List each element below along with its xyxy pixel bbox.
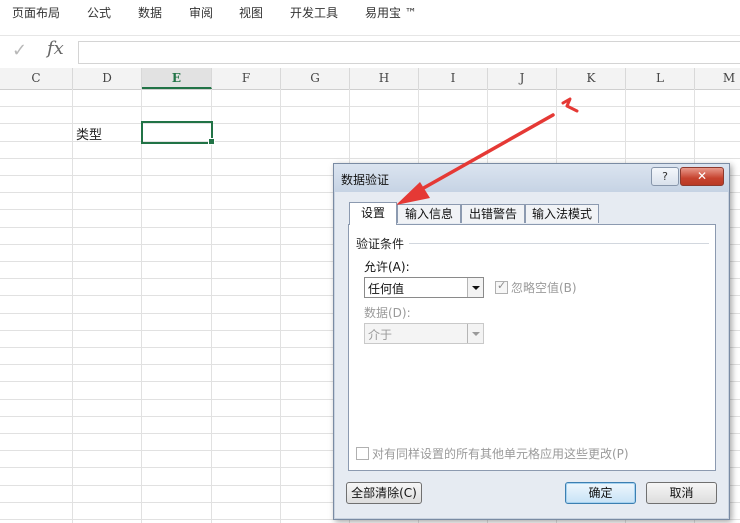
gridline [280,89,281,523]
formula-bar: ✓ fx [0,35,740,68]
active-cell-e4[interactable] [141,121,213,144]
tab-input-message[interactable]: 输入信息 [397,204,461,223]
gridline [0,106,740,107]
apply-all-checkbox[interactable] [356,447,369,460]
tab-error-alert[interactable]: 出错警告 [461,204,525,223]
allow-value: 任何值 [368,282,405,296]
column-header-h[interactable]: H [350,68,419,89]
column-header-j[interactable]: J [488,68,557,89]
group-divider [409,243,709,244]
column-header-k[interactable]: K [557,68,626,89]
column-header-i[interactable]: I [419,68,488,89]
settings-panel: 验证条件 允许(A): 任何值 ✓ 忽略空值(B) 数据(D): 介于 对有同样… [348,224,716,471]
column-header-m[interactable]: M [695,68,740,89]
ribbon-tab-easy-tools[interactable]: 易用宝 ™ [365,4,417,21]
ribbon-tab-bar: 页面布局 公式 数据 审阅 视图 开发工具 易用宝 ™ [0,0,740,34]
allow-label: 允许(A): [364,260,410,274]
column-header-g[interactable]: G [281,68,350,89]
clear-all-button[interactable]: 全部清除(C) [346,482,422,504]
dropdown-arrow-icon[interactable] [467,278,483,297]
ribbon-tab-page-layout[interactable]: 页面布局 [12,4,60,21]
checkmark-icon: ✓ [497,279,507,292]
gridline [0,158,740,159]
enter-check-icon[interactable]: ✓ [12,40,27,61]
gridline [0,123,740,124]
ribbon-tab-data[interactable]: 数据 [138,4,162,21]
column-header-l[interactable]: L [626,68,695,89]
ribbon-tab-developer[interactable]: 开发工具 [290,4,338,21]
close-button[interactable]: ✕ [680,167,724,186]
data-label: 数据(D): [364,306,411,320]
dropdown-arrow-icon[interactable] [467,324,483,343]
insert-function-icon[interactable]: fx [47,38,64,59]
formula-input[interactable] [78,41,740,64]
cancel-button[interactable]: 取消 [646,482,717,504]
cell-d4-type-label[interactable]: 类型 [76,124,102,143]
data-validation-dialog: 数据验证 ? ✕ 设置 输入信息 出错警告 输入法模式 验证条件 允许(A): … [333,163,730,520]
allow-combobox[interactable]: 任何值 [364,277,484,298]
apply-all-label: 对有同样设置的所有其他单元格应用这些更改(P) [372,447,629,461]
column-header-row: C D E F G H I J K L M [0,68,740,90]
tab-settings[interactable]: 设置 [349,202,397,225]
column-header-d[interactable]: D [73,68,142,89]
tab-ime-mode[interactable]: 输入法模式 [525,204,599,223]
gridline [72,89,73,523]
dialog-title: 数据验证 [341,173,390,187]
ignore-blank-label: 忽略空值(B) [511,281,577,295]
ribbon-tab-review[interactable]: 审阅 [189,4,213,21]
gridline [0,141,740,142]
data-combobox[interactable]: 介于 [364,323,484,344]
ok-button[interactable]: 确定 [565,482,636,504]
gridline [211,89,212,523]
gridline [141,89,142,523]
validation-criteria-heading: 验证条件 [356,235,409,252]
dialog-titlebar[interactable]: 数据验证 ? ✕ [334,164,729,192]
ribbon-tab-formulas[interactable]: 公式 [87,4,111,21]
ignore-blank-checkbox[interactable]: ✓ [495,279,508,294]
ribbon-tab-view[interactable]: 视图 [239,4,263,21]
column-header-f[interactable]: F [212,68,281,89]
fill-handle[interactable] [208,138,215,145]
column-header-e[interactable]: E [142,68,212,89]
help-button[interactable]: ? [651,167,679,186]
column-header-c[interactable]: C [0,68,73,89]
data-value: 介于 [368,328,393,342]
